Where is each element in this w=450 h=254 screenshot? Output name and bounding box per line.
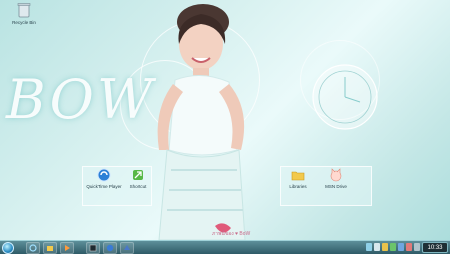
app-icon xyxy=(124,244,130,250)
windows-explorer-icon xyxy=(47,245,53,251)
desktop-icon-msn-drive[interactable]: MSN Drive xyxy=(314,168,358,189)
green-arrow-icon xyxy=(133,170,143,180)
firefox-icon xyxy=(89,244,97,251)
taskbar-internet-explorer[interactable] xyxy=(26,241,40,254)
desktop-wallpaper: BOW xyxy=(0,0,450,240)
desktop-icon-label: Shortcut xyxy=(129,184,147,189)
taskbar-windows-explorer[interactable] xyxy=(43,241,57,254)
wallpaper-title: BOW xyxy=(6,68,156,131)
desktop-icon-label: MSN Drive xyxy=(325,184,347,189)
app-icon xyxy=(106,244,114,251)
msn-icon[interactable] xyxy=(398,243,404,251)
taskbar-app-2[interactable] xyxy=(120,241,134,254)
recycle-bin-icon xyxy=(17,3,31,18)
system-tray xyxy=(366,243,420,251)
taskbar: 10:33 xyxy=(0,240,450,254)
flag-icon[interactable] xyxy=(382,243,388,251)
battery-icon[interactable] xyxy=(390,243,396,251)
cat-icon xyxy=(330,168,342,182)
volume-icon[interactable] xyxy=(374,243,380,251)
start-button[interactable] xyxy=(2,241,14,254)
internet-explorer-icon xyxy=(29,243,37,252)
clock-decoration xyxy=(312,64,378,130)
desktop-icon-label: Recycle Bin xyxy=(12,20,36,25)
taskbar-clock[interactable]: 10:33 xyxy=(422,242,448,253)
desktop-icon-shortcut[interactable]: Shortcut xyxy=(116,168,160,189)
taskbar-firefox[interactable] xyxy=(86,241,100,254)
portrait-figure xyxy=(157,4,246,240)
shield-icon[interactable] xyxy=(414,243,420,251)
quicktime-icon xyxy=(97,168,111,182)
folder-icon xyxy=(291,171,305,181)
desktop-icon-recycle-bin[interactable]: Recycle Bin xyxy=(2,2,46,25)
chat-icon[interactable] xyxy=(406,243,412,251)
network-icon[interactable] xyxy=(366,243,372,251)
taskbar-media-player[interactable] xyxy=(60,241,74,254)
taskbar-app[interactable] xyxy=(103,241,117,254)
media-player-icon xyxy=(65,244,70,251)
wallpaper-caption: ภาพนี้ของ ♥ BoW xyxy=(212,231,251,237)
